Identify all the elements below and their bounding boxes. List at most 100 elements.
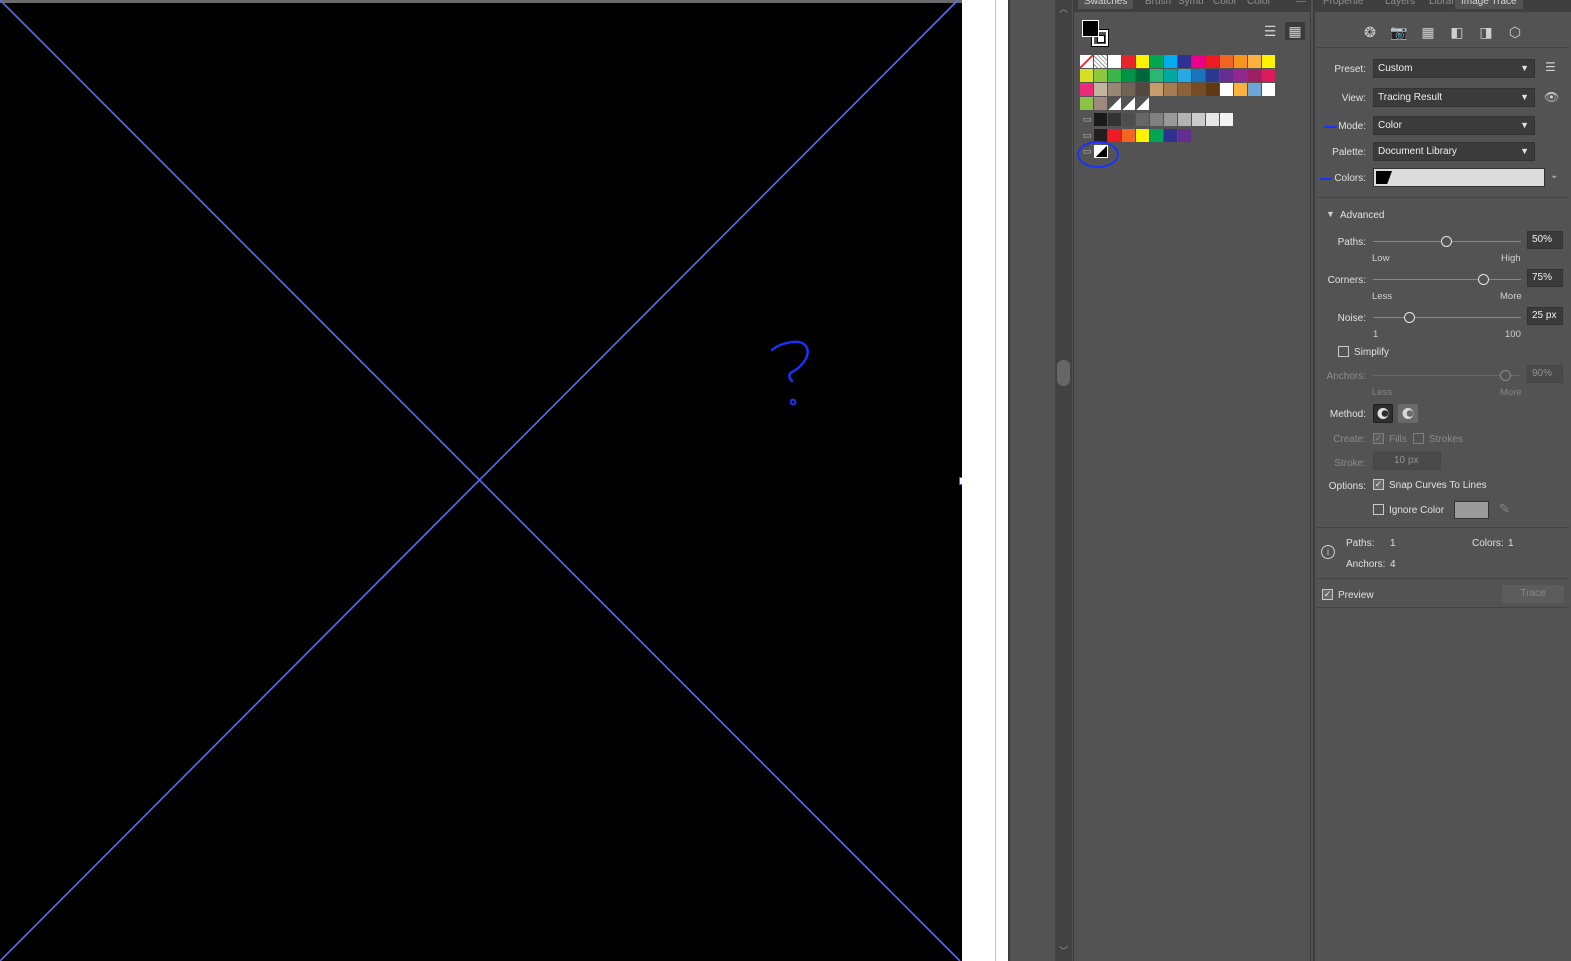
scroll-thumb[interactable] [1057,360,1070,386]
color-swatch[interactable] [1234,69,1248,82]
disclosure-triangle-icon[interactable]: ▼ [1326,209,1335,219]
color-swatch[interactable] [1108,83,1122,96]
preset-dropdown[interactable]: Custom ▼ [1373,59,1535,78]
list-view-icon[interactable]: ☰ [1260,22,1280,40]
preview-checkbox[interactable]: ✓ [1322,589,1333,600]
anchors-slider[interactable] [1373,370,1521,381]
tab-color-guide[interactable]: Color [1247,0,1271,9]
chevron-down-icon[interactable]: ⌄ [1550,170,1558,181]
color-swatch[interactable] [1164,83,1178,96]
color-swatch[interactable] [1164,113,1178,126]
color-swatch[interactable] [1178,129,1192,142]
color-swatch[interactable] [1122,83,1136,96]
color-swatch[interactable] [1122,55,1136,68]
advanced-toggle[interactable]: Advanced [1340,210,1384,221]
auto-color-icon[interactable]: ❂ [1361,24,1379,40]
eyedropper-icon[interactable]: ✎ [1499,501,1510,517]
panel-menu-icon[interactable]: — [1296,0,1306,9]
color-swatch[interactable] [1122,69,1136,82]
tab-layers[interactable]: Layers [1385,0,1415,9]
noise-value-field[interactable]: 25 px [1527,307,1563,325]
color-swatch[interactable] [1178,83,1192,96]
tab-color[interactable]: Color [1213,0,1237,9]
color-swatch[interactable] [1108,129,1122,142]
anchors-slider-knob[interactable] [1500,370,1512,381]
grid-view-icon[interactable]: ▦ [1285,22,1305,40]
tab-brush[interactable]: Brush [1145,0,1171,9]
color-swatch[interactable] [1150,55,1164,68]
color-swatch[interactable] [1206,55,1220,68]
anchors-value-field[interactable]: 90% [1527,365,1563,383]
color-swatch[interactable] [1206,113,1220,126]
tab-properties[interactable]: Propertie [1323,0,1364,9]
tab-swatches[interactable]: Swatches [1078,0,1134,9]
color-swatch[interactable] [1136,83,1150,96]
color-swatch[interactable] [1178,113,1192,126]
color-swatch[interactable] [1234,83,1248,96]
corners-value-field[interactable]: 75% [1527,269,1563,287]
color-swatch[interactable] [1192,69,1206,82]
color-swatch[interactable] [1248,83,1262,96]
colors-library-field[interactable] [1373,168,1545,187]
color-swatch[interactable] [1220,83,1234,96]
tab-symbols[interactable]: Symb [1178,0,1204,9]
fill-stroke-control[interactable] [1082,20,1110,48]
manage-presets-icon[interactable]: ☰ [1545,60,1556,74]
color-swatch[interactable] [1108,97,1122,110]
color-swatch[interactable] [1122,97,1136,110]
ignore-color-swatch[interactable] [1454,501,1489,519]
black-and-white-icon[interactable]: ◨ [1477,24,1495,40]
color-swatch[interactable] [1262,69,1276,82]
paths-slider[interactable] [1373,236,1521,247]
strokes-checkbox[interactable] [1413,433,1424,444]
mode-dropdown[interactable]: Color ▼ [1373,116,1535,135]
color-swatch[interactable] [1080,55,1094,68]
color-swatch[interactable] [1206,69,1220,82]
snap-curves-checkbox[interactable]: ✓ [1373,479,1384,490]
color-swatch[interactable] [1108,55,1122,68]
color-swatch[interactable] [1192,83,1206,96]
swatch-group-folder-icon[interactable]: ▭ [1080,129,1094,142]
eye-icon[interactable]: 👁 [1544,90,1559,104]
fills-checkbox[interactable]: ✓ [1373,433,1384,444]
color-swatch[interactable] [1150,129,1164,142]
corners-slider[interactable] [1373,274,1521,285]
color-swatch[interactable] [1248,69,1262,82]
color-swatch[interactable] [1136,129,1150,142]
color-swatch[interactable] [1080,97,1094,110]
color-swatch[interactable] [1094,69,1108,82]
color-swatch[interactable] [1094,83,1108,96]
color-swatch[interactable] [1094,113,1108,126]
color-swatch[interactable] [1080,83,1094,96]
color-swatch[interactable] [1178,69,1192,82]
abutting-method-button[interactable] [1373,404,1393,423]
color-swatch[interactable] [1108,113,1122,126]
color-swatch[interactable] [1164,129,1178,142]
noise-slider-knob[interactable] [1404,312,1415,323]
grayscale-icon[interactable]: ◧ [1448,24,1466,40]
vertical-scrollbar[interactable]: ︿ ﹀ [1055,0,1072,961]
color-swatch[interactable] [1262,55,1276,68]
swatch-group-folder-icon[interactable]: ▭ [1080,113,1094,126]
color-swatch[interactable] [1178,55,1192,68]
color-swatch[interactable] [1136,113,1150,126]
color-swatch[interactable] [1262,83,1276,96]
high-color-icon[interactable]: 📷 [1390,24,1408,40]
color-swatch[interactable] [1234,55,1248,68]
color-swatch[interactable] [1150,83,1164,96]
color-swatch[interactable] [1220,69,1234,82]
scroll-up-icon[interactable]: ︿ [1058,4,1069,15]
color-swatch[interactable] [1220,113,1234,126]
color-swatch[interactable] [1094,55,1108,68]
color-swatch[interactable] [1192,55,1206,68]
color-swatch[interactable] [1080,69,1094,82]
color-swatch[interactable] [1150,69,1164,82]
color-swatch[interactable] [1220,55,1234,68]
ignore-color-checkbox[interactable] [1373,504,1384,515]
overlapping-method-button[interactable] [1398,404,1418,423]
color-swatch[interactable] [1122,113,1136,126]
palette-dropdown[interactable]: Document Library ▼ [1373,142,1535,161]
color-swatch[interactable] [1150,113,1164,126]
color-swatch[interactable] [1206,83,1220,96]
color-swatch[interactable] [1136,55,1150,68]
